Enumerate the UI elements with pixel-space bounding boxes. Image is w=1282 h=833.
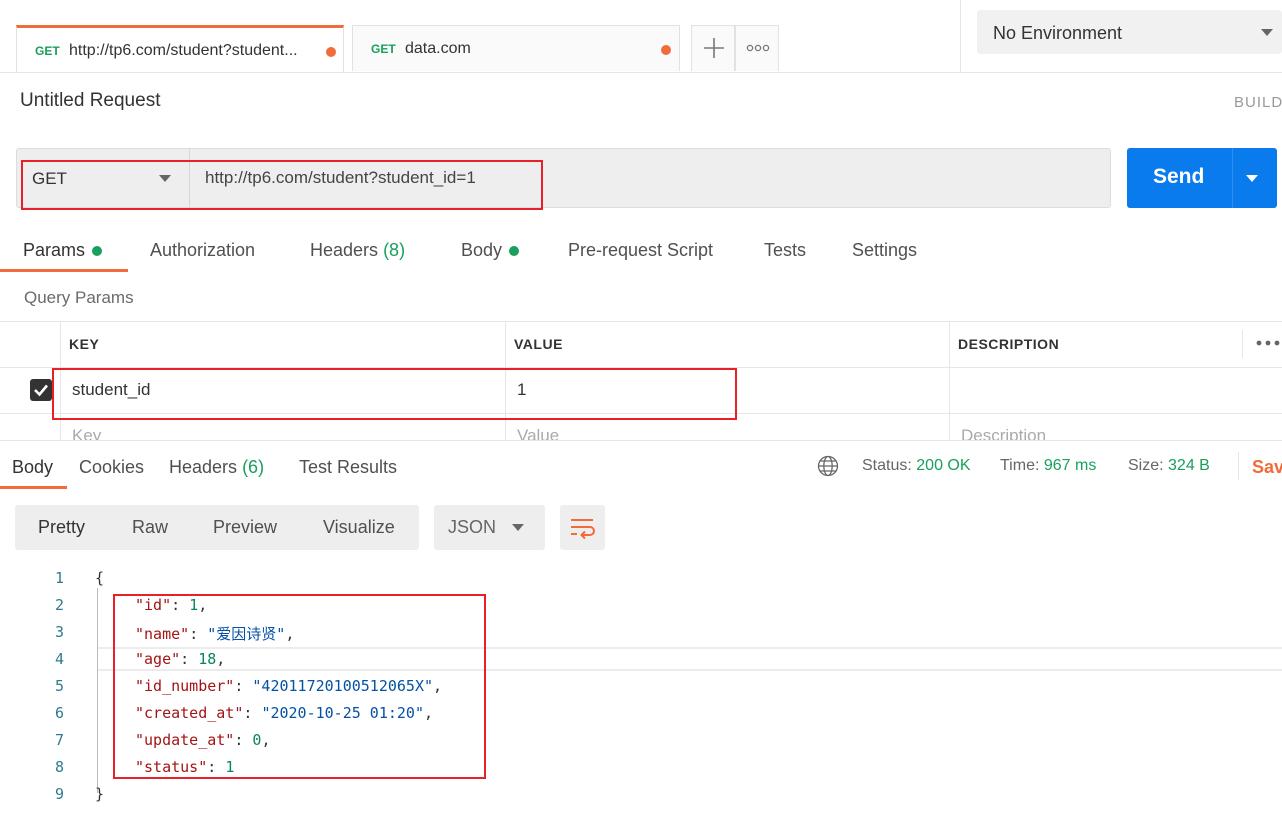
tab-options-button[interactable] bbox=[735, 25, 779, 71]
tab-label: data.com bbox=[405, 40, 471, 57]
indicator-dot-icon bbox=[92, 246, 103, 257]
request-tab-data[interactable]: GET data.com bbox=[352, 25, 680, 71]
unsaved-dot-icon bbox=[326, 47, 336, 57]
size-value: 324 B bbox=[1168, 457, 1210, 474]
table-border bbox=[1242, 330, 1243, 358]
column-header-key: KEY bbox=[69, 336, 100, 352]
size-label: Size: bbox=[1128, 457, 1164, 474]
environment-label: No Environment bbox=[993, 23, 1123, 43]
tab-authorization[interactable]: Authorization bbox=[150, 240, 255, 261]
tab-method: GET bbox=[35, 44, 60, 58]
line-number: 8 bbox=[54, 758, 64, 776]
column-header-description: DESCRIPTION bbox=[958, 336, 1060, 352]
time-label: Time: bbox=[1000, 457, 1040, 474]
response-size: Size: 324 B bbox=[1128, 457, 1210, 475]
more-horizontal-icon bbox=[746, 44, 770, 52]
tab-label: http://tp6.com/student?student... bbox=[69, 42, 298, 59]
response-tab-body[interactable]: Body bbox=[12, 457, 53, 478]
indicator-dot-icon bbox=[509, 246, 520, 257]
tab-label: Body bbox=[461, 240, 503, 260]
active-tab-underline bbox=[0, 269, 128, 272]
response-tab-cookies[interactable]: Cookies bbox=[79, 457, 144, 478]
highlight-box-param bbox=[52, 368, 737, 420]
plus-icon bbox=[704, 38, 724, 58]
highlight-box-response bbox=[113, 594, 486, 779]
environment-selector[interactable]: No Environment bbox=[977, 10, 1282, 54]
checkmark-icon bbox=[34, 384, 48, 397]
tab-body[interactable]: Body bbox=[461, 240, 520, 261]
table-options-button[interactable] bbox=[1256, 333, 1282, 358]
tab-tests[interactable]: Tests bbox=[764, 240, 806, 261]
status-label: Status: bbox=[862, 457, 912, 474]
status-value: 200 OK bbox=[916, 457, 971, 474]
tab-pre-request-script[interactable]: Pre-request Script bbox=[568, 240, 713, 261]
response-tab-headers[interactable]: Headers (6) bbox=[169, 457, 264, 478]
line-number: 3 bbox=[54, 623, 64, 641]
table-border bbox=[0, 321, 1282, 322]
save-response-button[interactable]: Sav bbox=[1252, 457, 1282, 478]
format-select[interactable]: JSON bbox=[434, 505, 545, 550]
response-time: Time: 967 ms bbox=[1000, 457, 1096, 475]
unsaved-dot-icon bbox=[661, 45, 671, 55]
divider bbox=[960, 0, 961, 72]
divider bbox=[1238, 452, 1239, 480]
line-number: 5 bbox=[54, 677, 64, 695]
tab-method: GET bbox=[371, 42, 396, 56]
wrap-lines-button[interactable] bbox=[560, 505, 605, 550]
table-border bbox=[949, 321, 950, 440]
line-number: 2 bbox=[54, 596, 64, 614]
line-number: 7 bbox=[54, 731, 64, 749]
json-close-brace: } bbox=[95, 785, 105, 803]
tab-params[interactable]: Params bbox=[23, 240, 103, 261]
json-open-brace: { bbox=[95, 569, 105, 587]
send-button[interactable]: Send bbox=[1127, 148, 1277, 208]
line-number: 4 bbox=[54, 650, 64, 668]
tab-label: Params bbox=[23, 240, 86, 260]
divider bbox=[1232, 148, 1233, 208]
tab-label: Headers bbox=[310, 240, 379, 260]
chevron-down-icon bbox=[512, 524, 524, 531]
column-header-value: VALUE bbox=[514, 336, 563, 352]
line-number: 6 bbox=[54, 704, 64, 722]
view-preview[interactable]: Preview bbox=[213, 517, 277, 538]
tab-headers[interactable]: Headers (8) bbox=[310, 240, 405, 261]
chevron-down-icon[interactable] bbox=[1246, 175, 1258, 182]
chevron-down-icon bbox=[1261, 29, 1273, 36]
view-pretty[interactable]: Pretty bbox=[38, 517, 85, 538]
response-status: Status: 200 OK bbox=[862, 457, 971, 475]
response-tab-test-results[interactable]: Test Results bbox=[299, 457, 397, 478]
headers-count: (6) bbox=[242, 457, 265, 477]
view-visualize[interactable]: Visualize bbox=[323, 517, 395, 538]
query-params-heading: Query Params bbox=[24, 288, 134, 307]
active-tab-underline bbox=[0, 486, 67, 489]
more-horizontal-icon bbox=[1256, 340, 1280, 346]
headers-count: (8) bbox=[383, 240, 406, 260]
line-number: 9 bbox=[54, 785, 64, 803]
build-mode-label[interactable]: BUILD bbox=[1234, 94, 1282, 111]
indent-guide bbox=[97, 588, 98, 793]
request-tab-student[interactable]: GET http://tp6.com/student?student... bbox=[16, 25, 344, 72]
tab-settings[interactable]: Settings bbox=[852, 240, 917, 261]
globe-icon[interactable] bbox=[817, 455, 839, 482]
request-title[interactable]: Untitled Request bbox=[20, 90, 160, 112]
view-mode-selector: Pretty Raw Preview Visualize bbox=[15, 505, 419, 550]
view-raw[interactable]: Raw bbox=[132, 517, 168, 538]
param-enabled-checkbox[interactable] bbox=[30, 379, 52, 401]
format-label: JSON bbox=[448, 517, 497, 537]
highlight-box-url bbox=[21, 160, 543, 210]
tab-label: Headers bbox=[169, 457, 238, 477]
time-value: 967 ms bbox=[1043, 457, 1097, 474]
send-label: Send bbox=[1153, 165, 1205, 188]
wrap-text-icon bbox=[571, 519, 595, 540]
line-number: 1 bbox=[54, 569, 64, 587]
new-tab-button[interactable] bbox=[691, 25, 735, 71]
